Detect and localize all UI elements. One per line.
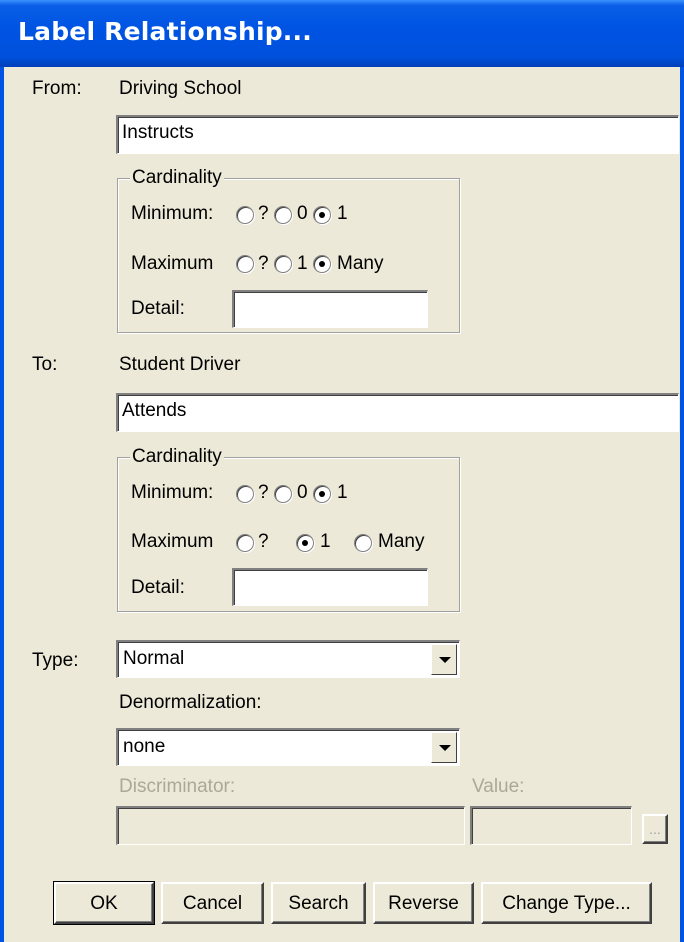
from-verb-phrase-input[interactable]: Instructs — [116, 115, 679, 154]
from-maximum-radio-one[interactable] — [274, 255, 292, 273]
from-maximum-label: Maximum — [131, 253, 214, 274]
to-maximum-radio-unknown[interactable] — [236, 534, 254, 552]
to-minimum-option-zero: 0 — [297, 482, 308, 503]
chevron-down-icon[interactable] — [431, 732, 457, 763]
type-dropdown[interactable]: Normal — [116, 640, 460, 678]
from-maximum-option-one: 1 — [297, 253, 308, 274]
dialog-title: Label Relationship... — [18, 17, 312, 46]
chevron-down-icon[interactable] — [431, 644, 457, 675]
from-maximum-option-unknown: ? — [258, 253, 269, 274]
from-entity-name: Driving School — [119, 78, 242, 99]
to-maximum-label: Maximum — [131, 531, 214, 552]
to-minimum-option-unknown: ? — [258, 482, 269, 503]
discriminator-input[interactable] — [116, 806, 465, 845]
from-maximum-radio-many[interactable] — [313, 255, 331, 273]
ok-button[interactable]: OK — [53, 881, 155, 925]
from-maximum-radio-unknown[interactable] — [236, 255, 254, 273]
from-detail-label: Detail: — [131, 298, 185, 319]
reverse-button[interactable]: Reverse — [373, 882, 474, 924]
denormalization-dropdown[interactable]: none — [116, 728, 460, 766]
to-minimum-label: Minimum: — [131, 482, 214, 503]
to-detail-label: Detail: — [131, 577, 185, 598]
title-bar[interactable]: Label Relationship... — [0, 0, 684, 67]
to-maximum-option-one: 1 — [320, 531, 331, 552]
cancel-button[interactable]: Cancel — [161, 882, 264, 924]
from-minimum-option-unknown: ? — [258, 203, 269, 224]
from-minimum-radio-zero[interactable] — [274, 206, 292, 224]
to-entity-name: Student Driver — [119, 354, 241, 375]
from-minimum-radio-unknown[interactable] — [236, 206, 254, 224]
value-input[interactable] — [470, 806, 632, 845]
from-label: From: — [32, 78, 82, 99]
search-button[interactable]: Search — [271, 882, 366, 924]
to-maximum-radio-one[interactable] — [296, 534, 314, 552]
from-minimum-radio-one[interactable] — [313, 206, 331, 224]
type-label: Type: — [32, 650, 79, 671]
to-cardinality-legend: Cardinality — [130, 445, 224, 469]
type-selected-value: Normal — [123, 648, 185, 669]
discriminator-label: Discriminator: — [119, 776, 236, 797]
to-minimum-radio-one[interactable] — [313, 485, 331, 503]
denormalization-selected-value: none — [123, 736, 166, 757]
from-minimum-label: Minimum: — [131, 203, 214, 224]
value-label: Value: — [472, 776, 525, 797]
from-maximum-option-many: Many — [337, 253, 384, 274]
to-verb-phrase-input[interactable]: Attends — [116, 393, 679, 432]
change-type-button[interactable]: Change Type... — [481, 882, 652, 924]
to-maximum-radio-many[interactable] — [354, 534, 372, 552]
from-detail-input[interactable] — [232, 290, 428, 328]
to-detail-input[interactable] — [232, 568, 428, 606]
from-minimum-option-one: 1 — [337, 203, 348, 224]
to-minimum-option-one: 1 — [337, 482, 348, 503]
from-minimum-option-zero: 0 — [297, 203, 308, 224]
denormalization-label: Denormalization: — [119, 692, 262, 713]
to-maximum-option-many: Many — [378, 531, 425, 552]
from-cardinality-legend: Cardinality — [130, 166, 224, 190]
value-browse-button[interactable]: ... — [642, 814, 668, 844]
to-minimum-radio-zero[interactable] — [274, 485, 292, 503]
to-maximum-option-unknown: ? — [258, 531, 269, 552]
to-label: To: — [32, 354, 58, 375]
to-minimum-radio-unknown[interactable] — [236, 485, 254, 503]
